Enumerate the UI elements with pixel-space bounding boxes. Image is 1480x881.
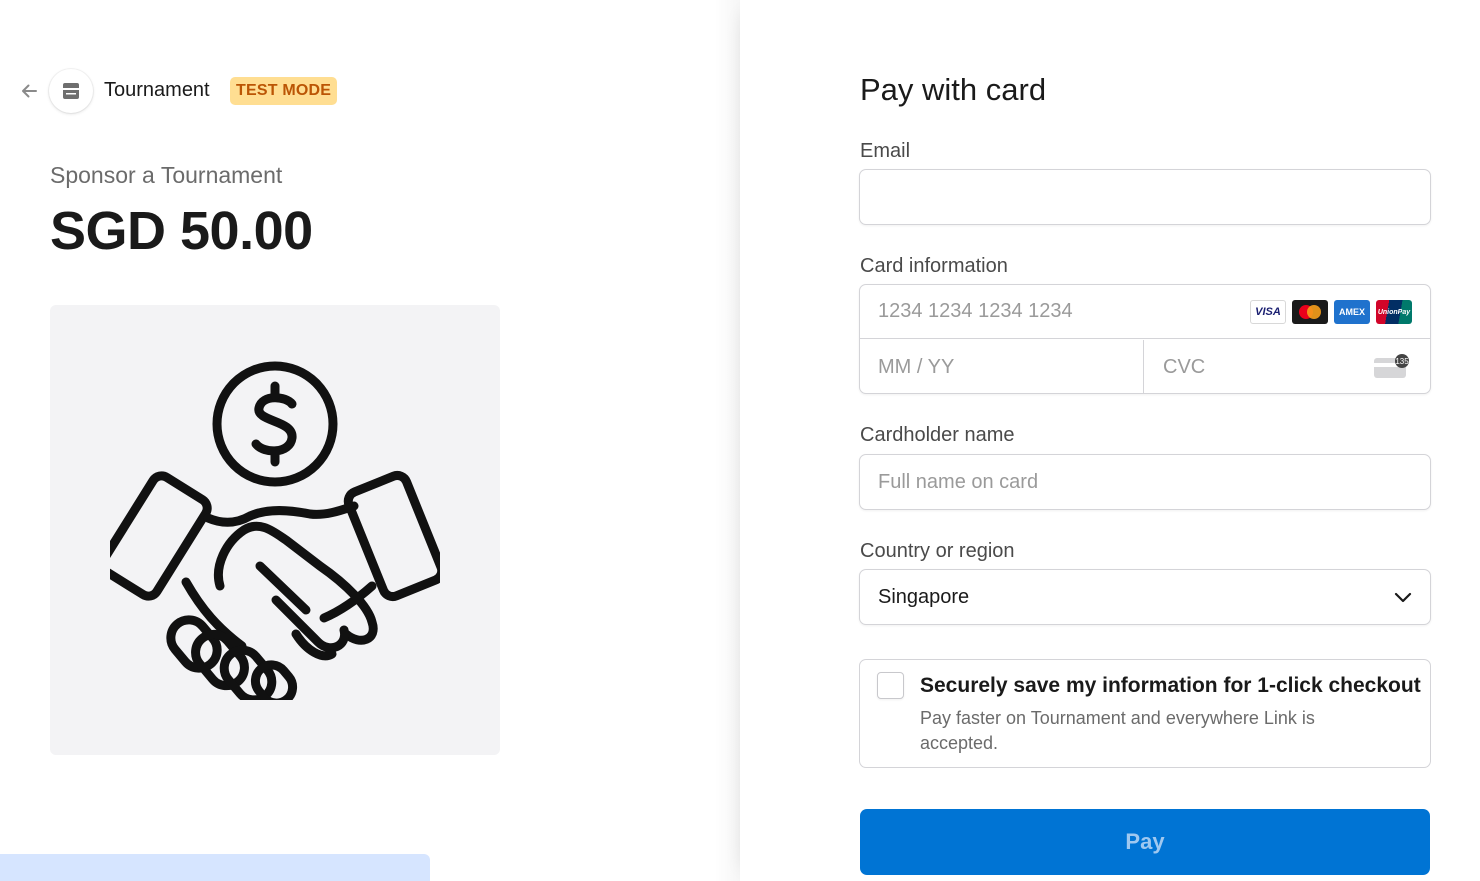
- visa-icon: VISA: [1250, 300, 1286, 324]
- card-brands: VISA AMEX UnionPay: [1250, 300, 1412, 324]
- cardholder-label: Cardholder name: [860, 424, 1015, 446]
- form-title: Pay with card: [860, 72, 1047, 107]
- pane-divider: [714, 0, 740, 881]
- cardholder-field-wrapper: [859, 454, 1431, 510]
- expiry-input[interactable]: [860, 340, 1144, 394]
- card-number-input[interactable]: [860, 285, 1240, 338]
- merchant-logo[interactable]: [49, 69, 93, 113]
- card-info-group: VISA AMEX UnionPay 135: [859, 284, 1431, 394]
- test-mode-badge: TEST MODE: [230, 77, 338, 105]
- handshake-dollar-icon: [110, 361, 440, 700]
- email-field-wrapper: [859, 169, 1431, 225]
- save-info-title[interactable]: Securely save my information for 1-click…: [920, 674, 1421, 698]
- card-number-row: VISA AMEX UnionPay: [860, 285, 1430, 339]
- save-info-subtitle: Pay faster on Tournament and everywhere …: [920, 708, 1315, 753]
- cvc-input[interactable]: [1145, 340, 1365, 394]
- amex-icon: AMEX: [1334, 300, 1370, 324]
- chevron-down-icon: [1394, 592, 1412, 603]
- mastercard-icon: [1292, 300, 1328, 324]
- unionpay-icon: UnionPay: [1376, 300, 1412, 324]
- store-icon: [63, 83, 79, 99]
- order-summary-pane: Tournament TEST MODE Sponsor a Tournamen…: [0, 0, 740, 881]
- save-info-checkbox[interactable]: [877, 672, 904, 699]
- cvc-hint-icon: 135: [1374, 354, 1410, 385]
- card-info-label: Card information: [860, 255, 1008, 277]
- cardholder-name-input[interactable]: [860, 455, 1430, 509]
- merchant-name[interactable]: Tournament: [104, 79, 210, 102]
- country-label: Country or region: [860, 540, 1015, 562]
- email-field[interactable]: [860, 170, 1430, 224]
- product-name: Sponsor a Tournament: [50, 162, 283, 188]
- pay-button[interactable]: Pay: [860, 809, 1430, 875]
- link-save-box: Securely save my information for 1-click…: [859, 659, 1431, 768]
- cvc-hint-number: 135: [1395, 357, 1409, 366]
- email-label: Email: [860, 140, 911, 162]
- country-select[interactable]: Singapore: [859, 569, 1431, 625]
- details-toggle-strip[interactable]: [0, 854, 430, 881]
- product-image: [50, 305, 500, 755]
- country-select-value: Singapore: [878, 585, 970, 608]
- product-price: SGD 50.00: [50, 201, 313, 261]
- cvc-cell: 135: [1145, 340, 1430, 394]
- back-arrow-icon[interactable]: [16, 78, 42, 104]
- expiry-cell: [860, 340, 1144, 394]
